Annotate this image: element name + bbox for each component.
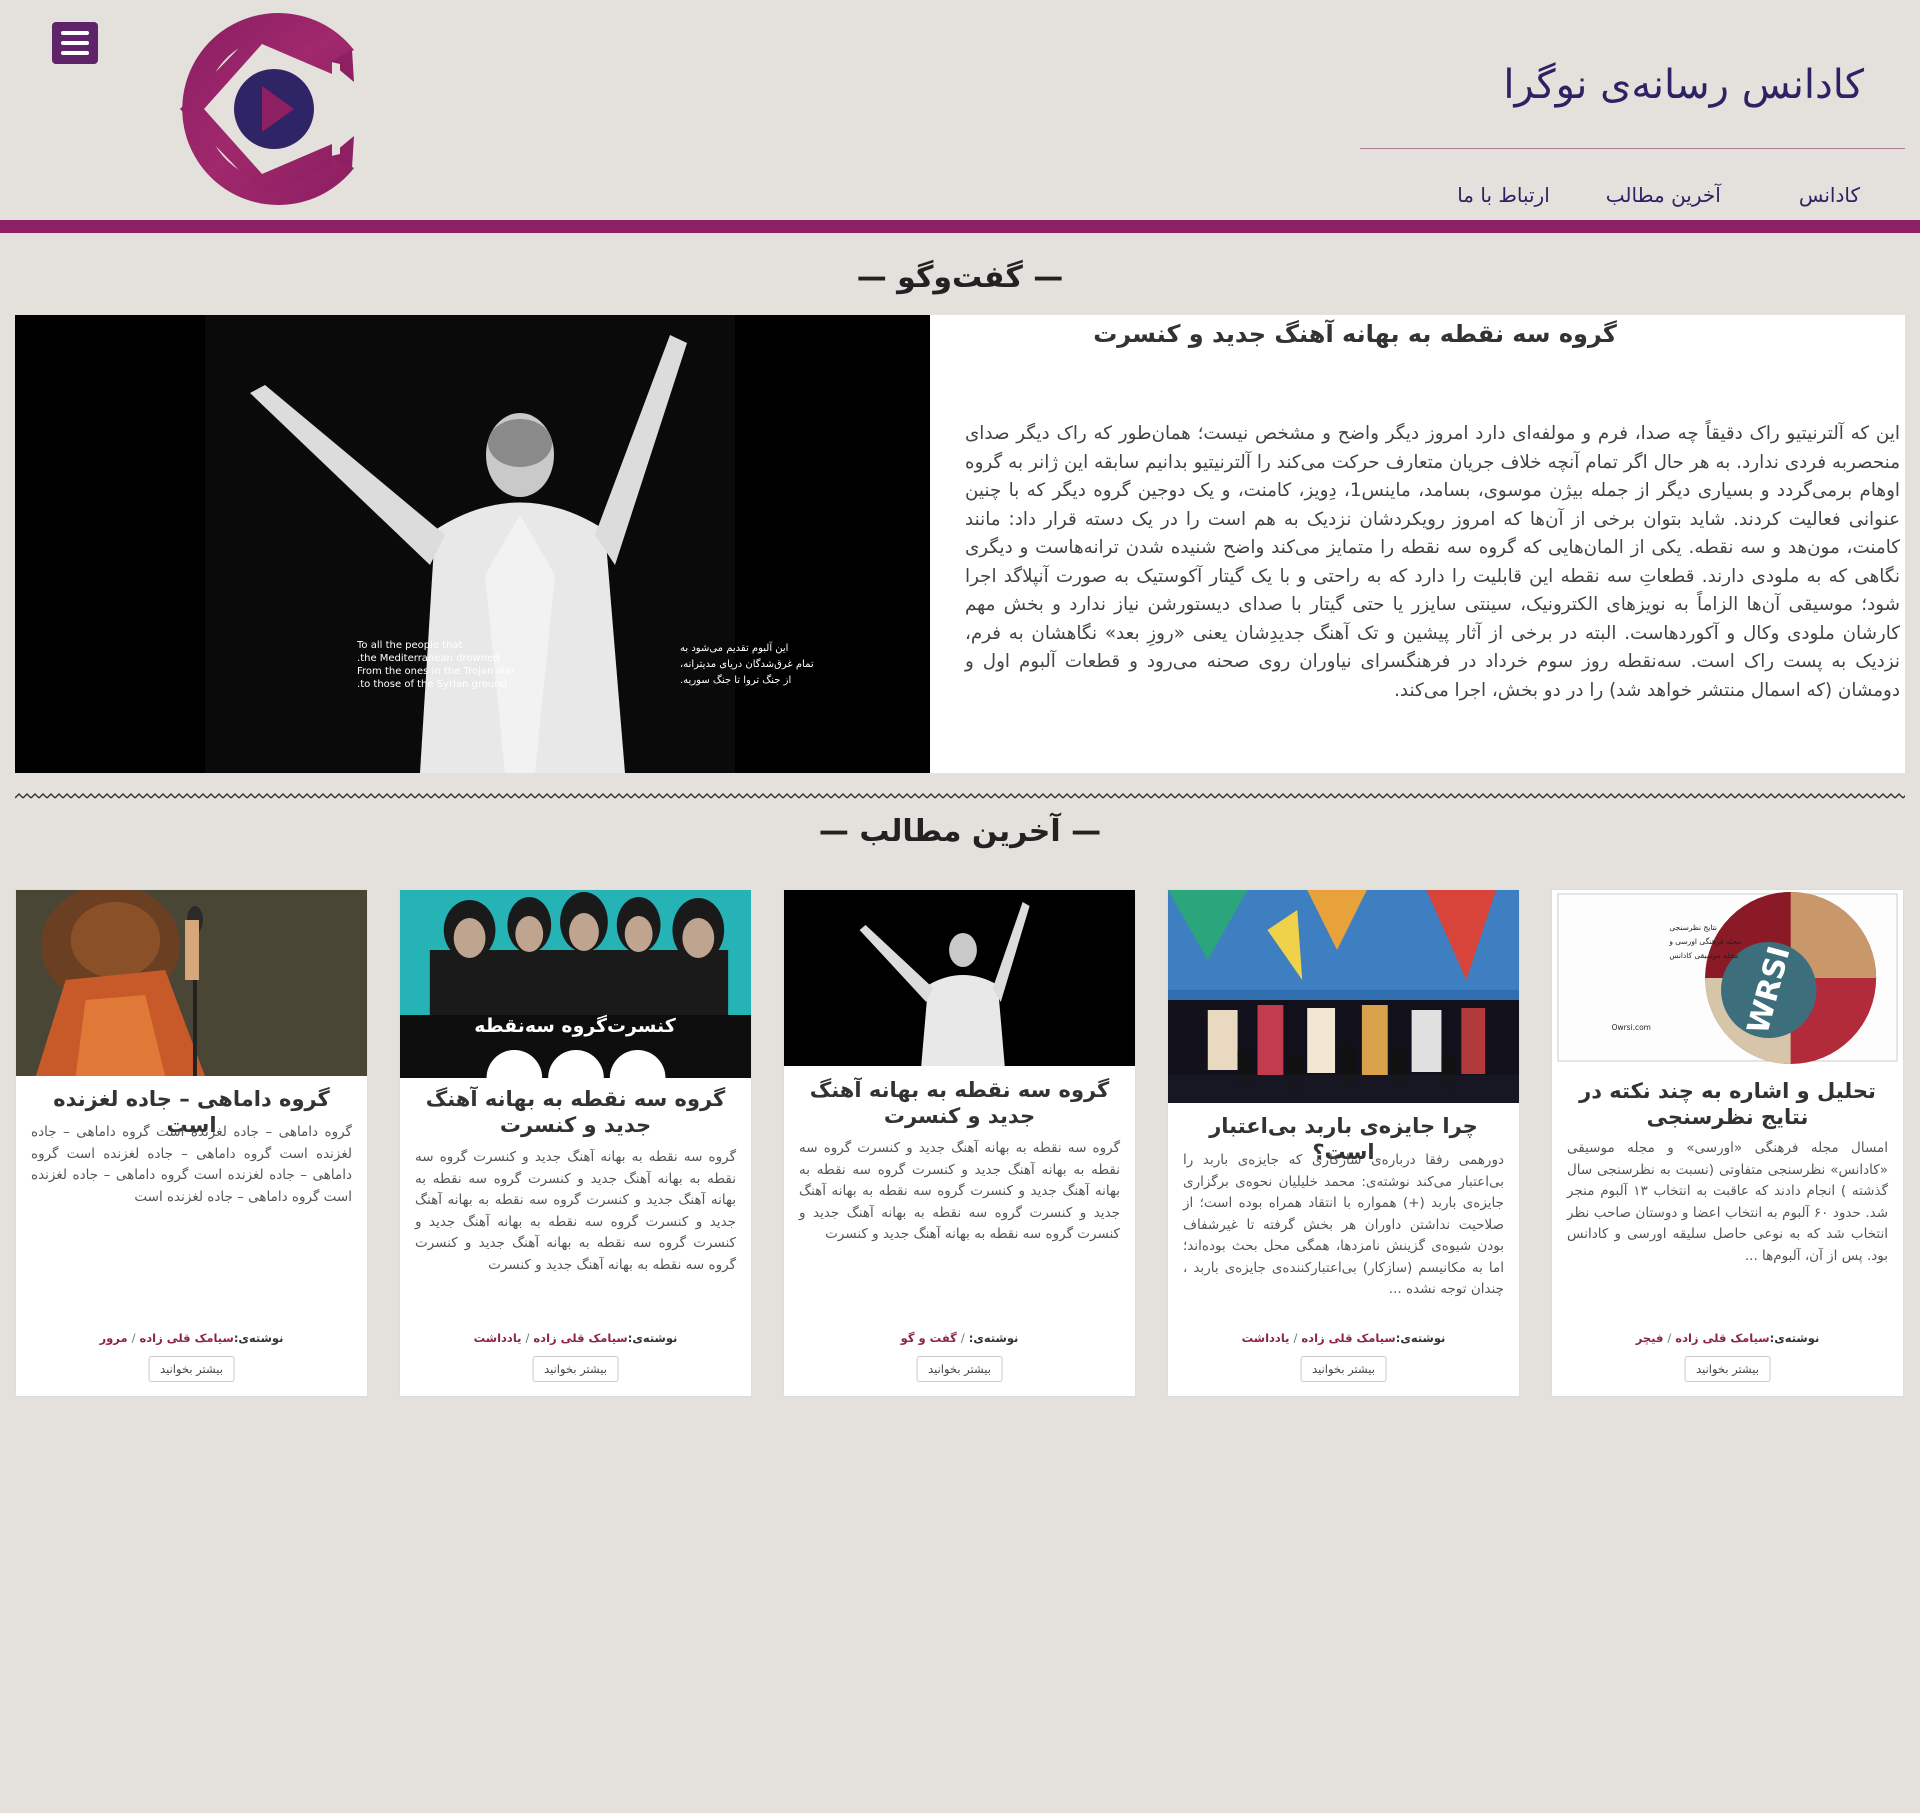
post-author-link[interactable]: سیامک قلی زاده	[1675, 1331, 1769, 1345]
post-card-title[interactable]: گروه سه نقطه به بهانه آهنگ جدید و کنسرت	[412, 1086, 739, 1138]
image-caption-fa: از جنگ تروا تا جنگ سوریه.	[680, 674, 791, 686]
post-card-title[interactable]: تحلیل و اشاره به چند نکته در نتایج نظرسن…	[1564, 1078, 1891, 1130]
interview-section-heading: — گفت‌وگو —	[856, 260, 1064, 295]
post-card: گروه داماهی – جاده لغزنده است گروه داماه…	[15, 889, 368, 1397]
featured-article: To all the people that the Mediterranean…	[15, 315, 1905, 773]
image-text: Owrsi.com	[1612, 1023, 1651, 1032]
featured-text: گروه سه نقطه به بهانه آهنگ جدید و کنسرت …	[955, 315, 1900, 773]
post-category-link[interactable]: گفت و گو	[901, 1331, 957, 1345]
image-caption-fa: این آلبوم تقدیم می‌شود به	[680, 641, 788, 654]
hamburger-menu-button[interactable]	[52, 22, 98, 64]
post-card: چرا جایزه‌ی باربد بی‌اعتبار است؟ دورهمی …	[1167, 889, 1520, 1397]
post-card-title[interactable]: گروه سه نقطه به بهانه آهنگ جدید و کنسرت	[796, 1077, 1123, 1129]
read-more-button[interactable]: بیشتر بخوانید	[1684, 1356, 1771, 1382]
menu-bar-icon	[61, 41, 89, 45]
cadence-logo-icon[interactable]	[162, 4, 364, 214]
zigzag-divider	[15, 792, 1905, 800]
post-card: WRSI نتایج نظرسنجی مجله فرهنگی اورسی و م…	[1551, 889, 1904, 1397]
image-text: کنسرت‌گروه سه‌نقطه	[474, 1014, 676, 1037]
author-label: نوشته‌ی:	[233, 1331, 284, 1345]
featured-title[interactable]: گروه سه نقطه به بهانه آهنگ جدید و کنسرت	[1055, 320, 1655, 348]
post-card-image[interactable]	[1168, 890, 1519, 1103]
menu-bar-icon	[61, 51, 89, 55]
title-divider	[1360, 148, 1905, 149]
post-card-meta: نوشته‌ی:سیامک قلی زاده / یادداشت	[1241, 1331, 1446, 1345]
post-card: کنسرت‌گروه سه‌نقطه گروه سه نقطه به بهانه…	[399, 889, 752, 1397]
post-card-excerpt: دورهمی رفقا درباره‌ی سازکاری که جایزه‌ی …	[1183, 1152, 1504, 1297]
image-caption-en: to those of the Syrian ground.	[357, 679, 507, 690]
post-category-link[interactable]: مرور	[100, 1331, 128, 1345]
post-card-image[interactable]: کنسرت‌گروه سه‌نقطه	[400, 890, 751, 1078]
site-header: کادانس رسانه‌ی نوگرا کادانس آخرین مطالب …	[0, 0, 1920, 233]
site-title[interactable]: کادانس رسانه‌ی نوگرا	[1503, 62, 1864, 108]
post-card-excerpt: گروه سه نقطه به بهانه آهنگ جدید و کنسرت …	[799, 1140, 1120, 1242]
main-nav: کادانس آخرین مطالب ارتباط با ما	[1401, 183, 1860, 207]
read-more-button[interactable]: بیشتر بخوانید	[148, 1356, 235, 1382]
nav-item-latest[interactable]: آخرین مطالب	[1606, 183, 1721, 207]
author-label: نوشته‌ی:	[968, 1331, 1019, 1345]
post-card-excerpt: امسال مجله فرهنگی «اورسی» و مجله موسیقی …	[1567, 1140, 1889, 1264]
author-label: نوشته‌ی:	[1769, 1331, 1820, 1345]
read-more-button[interactable]: بیشتر بخوانید	[1300, 1356, 1387, 1382]
nav-item-cadence[interactable]: کادانس	[1799, 183, 1860, 207]
post-card-image[interactable]	[784, 890, 1135, 1066]
post-card-meta: نوشته‌ی:سیامک قلی زاده / فیچر	[1635, 1331, 1820, 1345]
post-card-meta: نوشته‌ی: / گفت و گو	[900, 1331, 1019, 1345]
post-category-link[interactable]: یادداشت	[1242, 1331, 1290, 1345]
read-more-button[interactable]: بیشتر بخوانید	[916, 1356, 1003, 1382]
post-category-link[interactable]: یادداشت	[474, 1331, 522, 1345]
post-author-link[interactable]: سیامک قلی زاده	[139, 1331, 233, 1345]
featured-image[interactable]: To all the people that the Mediterranean…	[15, 315, 930, 773]
image-caption-fa: تمام غرق‌شدگان دریای مدیترانه،	[680, 658, 814, 670]
post-category-link[interactable]: فیچر	[1636, 1331, 1664, 1345]
post-card-image[interactable]: WRSI نتایج نظرسنجی مجله فرهنگی اورسی و م…	[1552, 890, 1903, 1065]
post-author-link[interactable]: سیامک قلی زاده	[1301, 1331, 1395, 1345]
post-card-image[interactable]	[16, 890, 367, 1076]
image-text: مجله فرهنگی اورسی و	[1668, 937, 1741, 946]
latest-section-heading: — آخرین مطالب —	[818, 814, 1102, 849]
post-card: گروه سه نقطه به بهانه آهنگ جدید و کنسرت …	[783, 889, 1136, 1397]
post-author-link[interactable]: سیامک قلی زاده	[533, 1331, 627, 1345]
header-accent-bar	[0, 220, 1920, 233]
image-text: نتایج نظرسنجی	[1669, 923, 1717, 932]
author-label: نوشته‌ی:	[1395, 1331, 1446, 1345]
post-card-excerpt: گروه سه نقطه به بهانه آهنگ جدید و کنسرت …	[415, 1149, 736, 1273]
image-text: مجله موسیقی کادانس	[1669, 951, 1738, 960]
image-caption-en: the Mediterranean drowned.	[357, 653, 499, 664]
featured-body: این که آلترنیتیو راک دقیقاً چه صدا، فرم …	[965, 423, 1900, 701]
menu-bar-icon	[61, 31, 89, 35]
author-label: نوشته‌ی:	[627, 1331, 678, 1345]
post-card-excerpt: گروه داماهی – جاده لغزنده است گروه داماه…	[31, 1124, 352, 1205]
read-more-button[interactable]: بیشتر بخوانید	[532, 1356, 619, 1382]
post-card-meta: نوشته‌ی:سیامک قلی زاده / یادداشت	[473, 1331, 678, 1345]
post-card-meta: نوشته‌ی:سیامک قلی زاده / مرور	[99, 1331, 284, 1345]
image-caption-en: From the ones in the Trojan war	[357, 666, 516, 677]
nav-item-contact[interactable]: ارتباط با ما	[1457, 183, 1550, 207]
image-caption-en: To all the people that	[356, 640, 463, 651]
